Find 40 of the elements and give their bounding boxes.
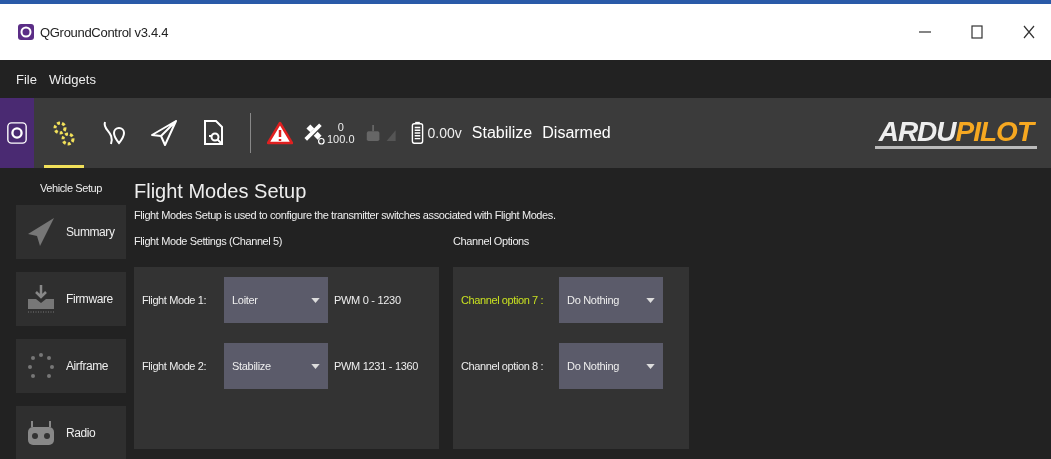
flight-mode-label: Flight Mode 2: [142,360,208,372]
sidebar-title: Vehicle Setup [38,182,104,194]
section-heading: Flight Mode Settings (Channel 5) [134,235,283,247]
paper-plane-icon [26,216,56,248]
dropdown-arrow-icon [646,297,655,303]
pwm-range: PWM 0 - 1230 [334,294,401,306]
flight-mode-label: Flight Mode 1: [142,294,208,306]
sidebar-item[interactable]: Firmware [16,272,126,326]
dropdown-arrow-icon [311,297,320,303]
dropdown-arrow-icon [311,363,320,369]
sidebar-item[interactable]: Airframe [16,339,126,393]
download-icon [26,283,56,315]
satellite-count: 0 [337,120,344,133]
channel-option-dropdown[interactable]: Do Nothing [559,343,663,389]
flight-mode-indicator[interactable]: Stabilize [471,124,533,142]
window-title: QGroundControl v3.4.4 [40,24,169,40]
arm-status[interactable]: Disarmed [542,124,611,142]
channel-option-dropdown[interactable]: Do Nothing [559,277,663,323]
sidebar-item[interactable]: Summary [16,205,126,259]
app-button[interactable] [0,98,34,168]
menu-item[interactable]: Widgets [48,71,96,87]
dropdown-arrow-icon [646,363,655,369]
hdop-value: 100.0 [327,133,355,146]
paper-plane-icon [150,118,178,148]
channel-option-label: Channel option 7 : [461,294,545,306]
page-description: Flight Modes Setup is used to configure the transmitter switches associated with Flight Modes. [134,209,557,221]
logo-icon [6,120,28,146]
app-icon [18,24,34,40]
channel-option-label: Channel option 8 : [461,360,545,372]
pwm-range: PWM 1231 - 1360 [334,360,419,372]
battery-voltage: 0.00v [427,125,462,141]
flight-mode-dropdown[interactable]: Stabilize [224,343,328,389]
battery-icon[interactable] [410,120,424,146]
flight-mode-dropdown[interactable]: Loiter [224,277,328,323]
warning-icon[interactable] [267,121,293,145]
sidebar-item[interactable]: Radio [16,406,126,459]
ardupilot-logo: ARDUPILOT [874,117,1037,149]
page-title: Flight Modes Setup [134,180,308,203]
section-heading: Channel Options [453,235,530,247]
menu-item[interactable]: File [16,71,37,87]
